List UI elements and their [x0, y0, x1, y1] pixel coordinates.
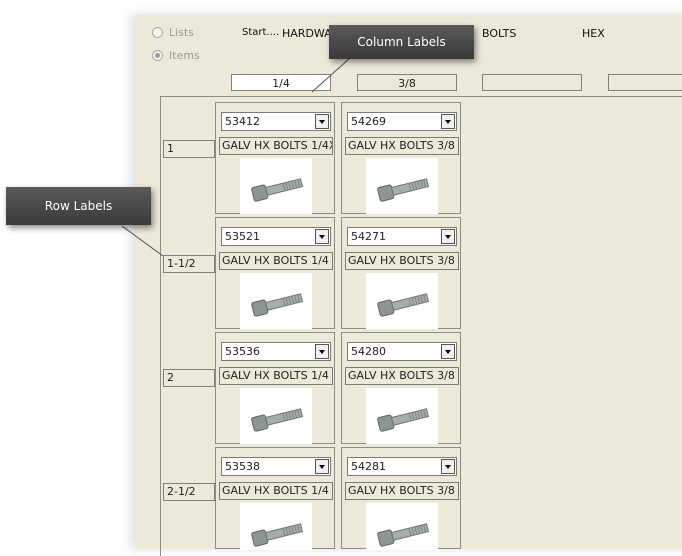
- callout-leader-lines: [121, 57, 351, 257]
- row-labels-callout: Row Labels: [6, 187, 151, 225]
- column-labels-callout: Column Labels: [329, 25, 474, 59]
